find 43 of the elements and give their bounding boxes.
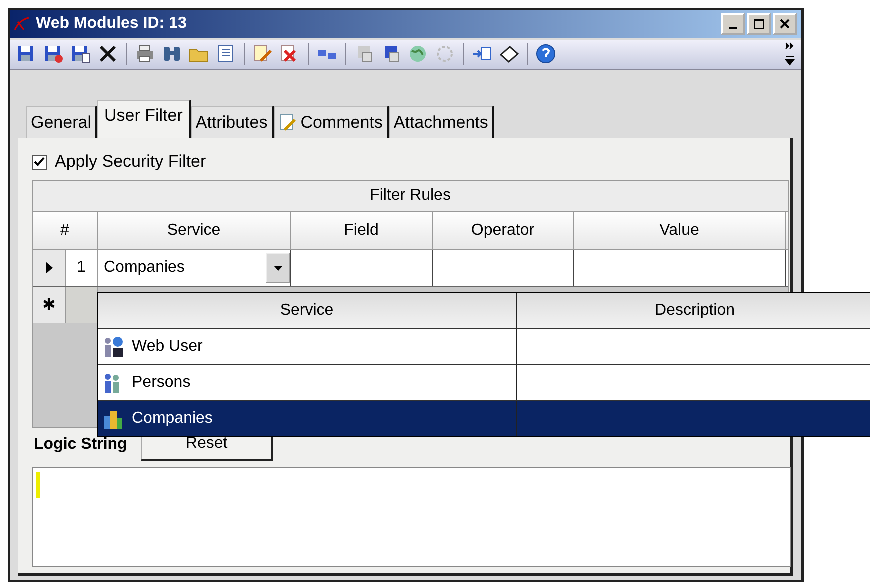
caret-icon [274,266,282,270]
floppy-disk-icon[interactable] [70,43,92,66]
close-button[interactable] [773,12,797,35]
row-header[interactable] [33,250,66,286]
maximize-icon [754,18,764,29]
column-header[interactable]: Description [517,293,870,328]
list-item[interactable]: Companies [98,401,870,436]
checkbox[interactable] [32,154,47,170]
print-icon[interactable] [134,43,156,66]
minimize-icon [729,27,737,30]
column-header[interactable]: Value [574,212,786,249]
logic-string-label: Logic String [34,436,128,454]
grid-title: Filter Rules [33,181,788,212]
table-cell [66,287,98,323]
tab[interactable]: Attributes [190,106,274,138]
checkbox-label: Apply Security Filter [55,152,206,172]
tab[interactable]: User Filter [97,100,191,138]
service-name: Web User [132,338,203,356]
column-header[interactable]: # [33,212,98,249]
column-header[interactable]: Operator [433,212,574,249]
service-dropdown[interactable]: Companies [98,250,291,286]
tab[interactable]: General [26,106,98,138]
service-name: Companies [132,410,213,428]
column-header[interactable]: Field [291,212,433,249]
current-row-icon [46,262,52,274]
tab[interactable]: Attachments [388,106,494,138]
window-title: Web Modules ID: 13 [36,14,188,33]
column-header[interactable]: Service [98,212,291,249]
user-globe-icon [102,336,124,358]
minimize-button[interactable] [721,12,745,35]
app-logo-icon [14,16,30,32]
help-icon[interactable] [535,43,557,66]
overflow-icon[interactable] [785,41,795,68]
new-row-marker: ✱ [33,287,66,323]
dropdown-button[interactable] [266,253,290,283]
floppy-disk-icon[interactable] [43,43,65,66]
maximize-button[interactable] [747,12,771,35]
tab[interactable]: Comments [274,106,389,138]
logic-string-field[interactable] [32,467,791,567]
list-item[interactable]: Web User [98,329,870,365]
service-name: Persons [132,374,191,392]
column-header[interactable]: Service [98,293,517,328]
close-icon [780,18,790,29]
